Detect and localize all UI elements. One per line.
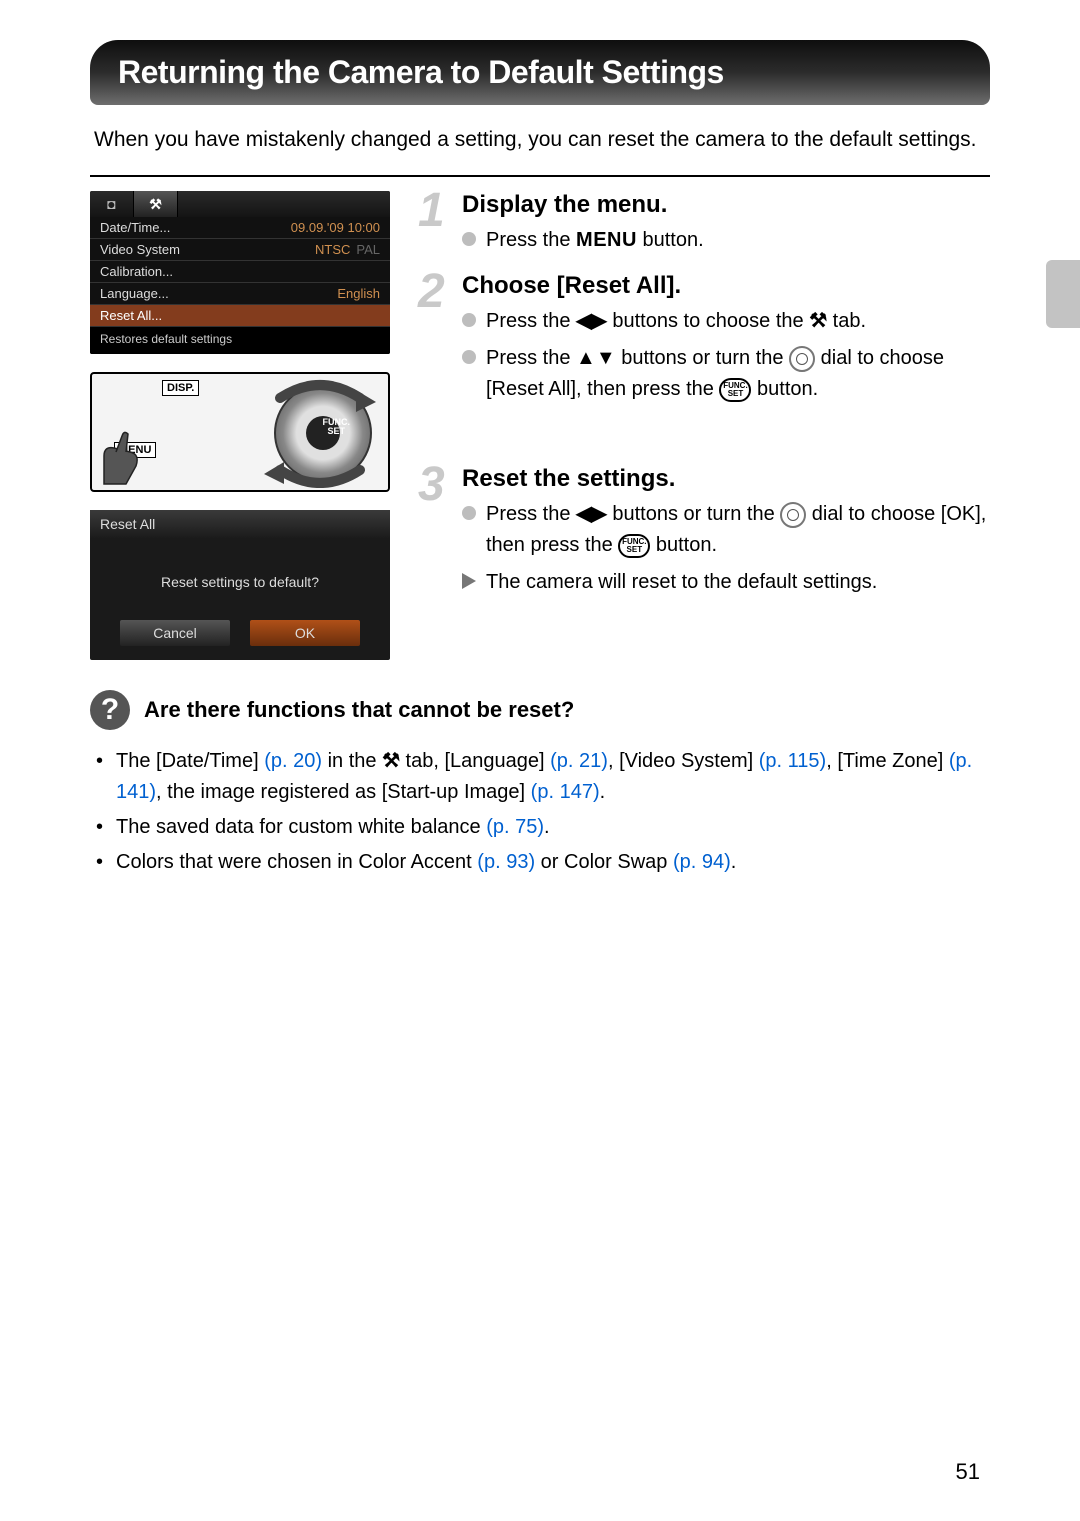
menu-word-icon: MENU [576,229,637,251]
question-item: The saved data for custom white balance … [96,812,990,843]
page-reference: (p. 20) [264,750,322,772]
page-reference: (p. 21) [550,750,608,772]
dialog-title: Reset All [90,510,390,538]
page-title-bar: Returning the Camera to Default Settings [90,40,990,105]
question-item: The [Date/Time] (p. 20) in the ⚒ tab, [L… [96,746,990,808]
step-bullet: Press the ◀▶ buttons or turn the dial to… [462,499,990,561]
func-set-icon: FUNC.SET [719,378,751,402]
question-heading-row: ? Are there functions that cannot be res… [90,690,990,730]
page-reference: (p. 75) [486,816,544,838]
question-mark-icon: ? [90,690,130,730]
lcd-tabbar: ◘ ⚒ [90,191,390,217]
dialog-buttons: Cancel OK [90,620,390,652]
dialog-ok-button: OK [250,620,360,646]
section-side-tab [1046,260,1080,328]
left-right-icon: ◀▶ [576,503,607,525]
step-bullet: Press the ▲▼ buttons or turn the dial to… [462,343,990,405]
hand-icon [96,426,156,486]
disp-label: DISP. [162,380,199,396]
step-title: Reset the settings. [462,465,990,493]
right-column: 1Display the menu.Press the MENU button.… [418,191,990,660]
step-number: 2 [418,264,445,319]
page-reference: (p. 147) [531,781,600,803]
lcd-row: Video SystemNTSCPAL [90,239,390,261]
step-number: 3 [418,457,445,512]
up-down-icon: ▲▼ [576,347,616,369]
tools-icon: ⚒ [809,310,827,332]
func-set-label: FUNC.SET [323,418,351,436]
lcd-hint: Restores default settings [90,327,390,354]
dialog-message: Reset settings to default? [90,538,390,620]
left-column: ◘ ⚒ Date/Time...09.09.'09 10:00Video Sys… [90,191,390,660]
step-title: Display the menu. [462,191,990,219]
control-dial-icon [789,346,815,372]
page-reference: (p. 94) [673,851,731,873]
page-number: 51 [956,1459,980,1485]
camera-icon: ◘ [107,196,115,212]
lcd-row: Calibration... [90,261,390,283]
step-number: 1 [418,183,445,238]
page-title: Returning the Camera to Default Settings [118,54,962,91]
page-reference: (p. 93) [477,851,535,873]
step-title: Choose [Reset All]. [462,272,990,300]
lcd-row: Language...English [90,283,390,305]
step: 2Choose [Reset All].Press the ◀▶ buttons… [418,272,990,405]
dialog-cancel-button: Cancel [120,620,230,646]
dial-illustration: DISP. MENU FUNC.SET [90,372,390,492]
step: 1Display the menu.Press the MENU button. [418,191,990,256]
tools-icon: ⚒ [149,196,162,213]
page-reference: (p. 115) [759,750,826,772]
divider [90,175,990,177]
reset-dialog-screenshot: Reset All Reset settings to default? Can… [90,510,390,660]
step-bullet: Press the ◀▶ buttons to choose the ⚒ tab… [462,306,990,337]
question-item: Colors that were chosen in Color Accent … [96,847,990,878]
step: 3Reset the settings.Press the ◀▶ buttons… [418,465,990,597]
left-right-icon: ◀▶ [576,310,607,332]
rotate-arrows-icon [260,378,380,488]
content-row: ◘ ⚒ Date/Time...09.09.'09 10:00Video Sys… [90,191,990,660]
lcd-menu-screenshot: ◘ ⚒ Date/Time...09.09.'09 10:00Video Sys… [90,191,390,354]
control-dial-icon [780,502,806,528]
intro-text: When you have mistakenly changed a setti… [90,125,990,155]
tools-icon: ⚒ [382,750,400,772]
question-list: The [Date/Time] (p. 20) in the ⚒ tab, [L… [90,746,990,878]
lcd-tab-camera: ◘ [90,191,134,217]
step-result: The camera will reset to the default set… [462,567,990,597]
lcd-tab-tools: ⚒ [134,191,178,217]
step-bullet: Press the MENU button. [462,225,990,256]
question-box: ? Are there functions that cannot be res… [90,690,990,878]
lcd-row: Date/Time...09.09.'09 10:00 [90,217,390,239]
question-heading: Are there functions that cannot be reset… [144,697,574,723]
func-set-icon: FUNC.SET [618,534,650,558]
lcd-row: Reset All... [90,305,390,327]
